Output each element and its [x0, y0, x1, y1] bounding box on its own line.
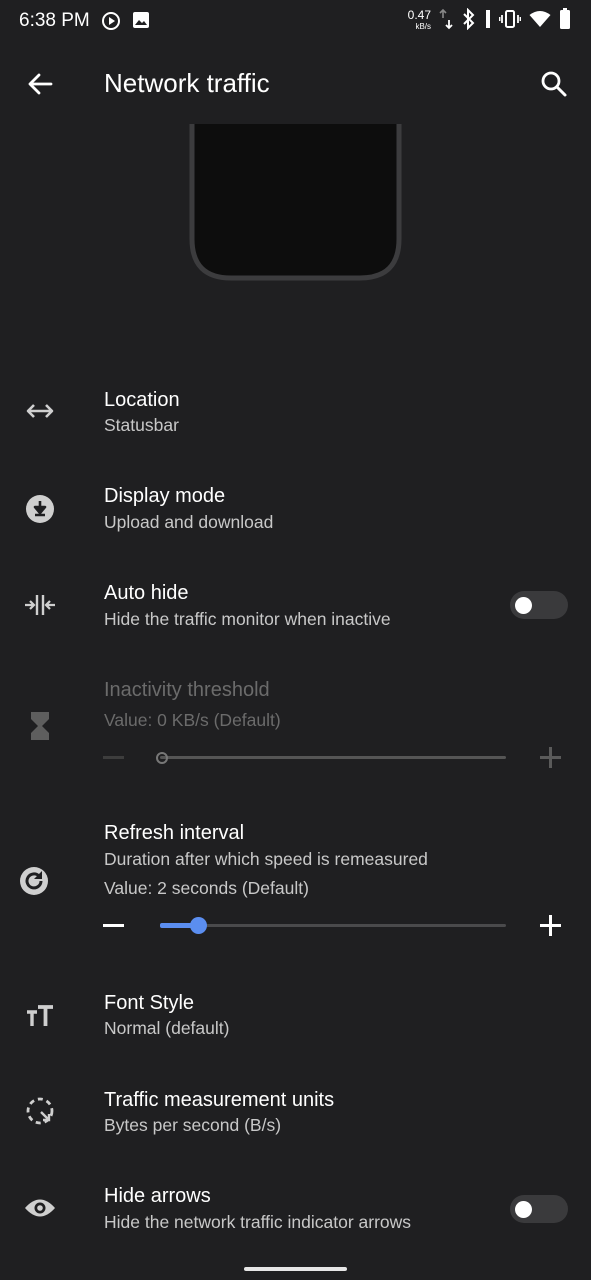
search-button[interactable]: [536, 66, 572, 102]
net-speed-value: 0.47: [407, 8, 431, 22]
slider-thumb: [156, 752, 168, 764]
page-title: Network traffic: [104, 68, 270, 98]
setting-auto-hide-title: Auto hide: [104, 582, 189, 604]
setting-measurement-units-title: Traffic measurement units: [104, 1089, 335, 1111]
hourglass-icon: [20, 706, 60, 746]
statusbar-preview: [189, 124, 402, 281]
download-circle-icon: [20, 489, 60, 529]
status-icons: 0.47 kB/s: [407, 7, 571, 35]
image-icon: [132, 11, 150, 34]
decrease-button[interactable]: [103, 924, 124, 927]
net-speed-unit: kB/s: [415, 22, 431, 31]
vibrate-icon: [498, 9, 522, 34]
gesture-nav-handle[interactable]: [244, 1267, 347, 1271]
eye-icon: [20, 1188, 60, 1228]
setting-font-style-summary: Normal (default): [104, 1018, 230, 1038]
setting-refresh-interval-summary: Duration after which speed is remeasured: [104, 849, 428, 869]
hide-arrows-toggle[interactable]: [510, 1195, 568, 1223]
setting-location[interactable]: Location Statusbar: [0, 380, 591, 470]
net-speed-indicator: 0.47 kB/s: [407, 8, 431, 32]
setting-measurement-units-summary: Bytes per second (B/s): [104, 1115, 282, 1135]
dashed-circle-arrow-icon: [20, 1091, 60, 1131]
toggle-knob: [515, 1201, 532, 1218]
inactivity-threshold-slider: [100, 743, 570, 773]
setting-hide-arrows[interactable]: Hide arrows Hide the network traffic ind…: [0, 1177, 591, 1257]
wifi-icon: [529, 10, 551, 33]
setting-refresh-interval-value: Value: 2 seconds (Default): [104, 878, 309, 898]
back-button[interactable]: [22, 66, 58, 102]
setting-display-mode-summary: Upload and download: [104, 512, 274, 532]
bluetooth-icon: [461, 7, 477, 35]
setting-refresh-interval[interactable]: Refresh interval Duration after which sp…: [0, 813, 591, 963]
media-play-icon: [101, 11, 121, 36]
upload-download-icon: [439, 8, 453, 35]
text-size-icon: [20, 996, 60, 1036]
setting-refresh-interval-title: Refresh interval: [104, 822, 245, 844]
refresh-interval-slider[interactable]: [100, 911, 570, 941]
setting-font-style-title: Font Style: [104, 992, 195, 1014]
setting-location-summary: Statusbar: [104, 415, 179, 435]
signal-bar-icon: [485, 9, 491, 34]
setting-display-mode[interactable]: Display mode Upload and download: [0, 477, 591, 567]
status-time: 6:38 PM: [19, 10, 90, 31]
setting-measurement-units[interactable]: Traffic measurement units Bytes per seco…: [0, 1080, 591, 1170]
setting-inactivity-threshold: Inactivity threshold Value: 0 KB/s (Defa…: [0, 671, 591, 791]
setting-font-style[interactable]: Font Style Normal (default): [0, 983, 591, 1073]
setting-auto-hide-summary: Hide the traffic monitor when inactive: [104, 609, 391, 629]
setting-inactivity-threshold-title: Inactivity threshold: [104, 679, 270, 701]
decrease-icon: [103, 756, 124, 759]
setting-hide-arrows-title: Hide arrows: [104, 1185, 211, 1207]
setting-location-title: Location: [104, 389, 180, 411]
battery-icon: [559, 7, 571, 35]
compress-icon: [20, 585, 60, 625]
refresh-icon: [14, 861, 54, 901]
setting-inactivity-threshold-summary: Value: 0 KB/s (Default): [104, 710, 281, 730]
horizontal-arrows-icon: [20, 391, 60, 431]
slider-thumb[interactable]: [190, 917, 207, 934]
search-icon: [541, 71, 567, 97]
setting-display-mode-title: Display mode: [104, 485, 226, 507]
toggle-knob: [515, 597, 532, 614]
app-toolbar: Network traffic: [0, 44, 591, 124]
arrow-back-icon: [28, 73, 53, 95]
status-bar: 6:38 PM 0.47 kB/s: [0, 0, 591, 44]
auto-hide-toggle[interactable]: [510, 591, 568, 619]
setting-hide-arrows-summary: Hide the network traffic indicator arrow…: [104, 1212, 412, 1232]
setting-auto-hide[interactable]: Auto hide Hide the traffic monitor when …: [0, 574, 591, 664]
